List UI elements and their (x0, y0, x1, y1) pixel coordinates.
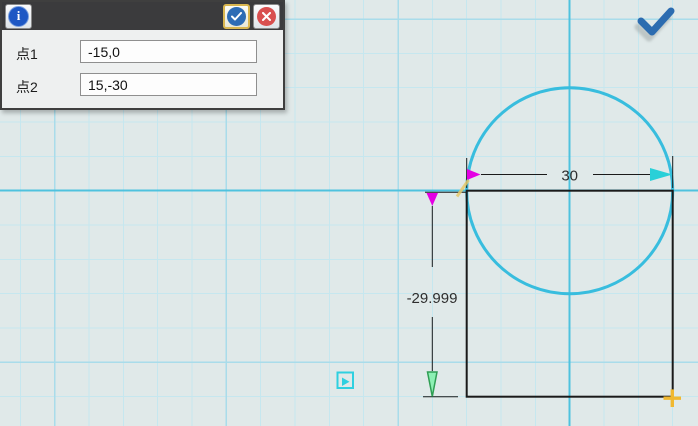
check-icon (227, 6, 246, 26)
dialog-titlebar[interactable]: i (2, 2, 283, 30)
point1-label: 点1 (16, 46, 38, 62)
snap-cursor-icon (336, 371, 354, 389)
magenta-arrow-icon (426, 193, 438, 206)
point2-label: 点2 (16, 79, 38, 95)
close-icon (257, 6, 276, 26)
dimension-value-vertical[interactable]: -29.999 (407, 290, 458, 307)
cancel-button[interactable] (253, 3, 280, 29)
confirm-check-icon[interactable] (634, 7, 675, 42)
point-input-dialog: i 点1 点2 (0, 0, 285, 110)
dimension-vertical[interactable]: -29.999 (407, 191, 467, 398)
info-icon: i (8, 5, 29, 27)
point2-input[interactable] (80, 73, 257, 96)
yellow-plus-marker-icon (663, 389, 681, 407)
dialog-body: 点1 点2 (2, 30, 283, 108)
magenta-arrow-icon (467, 169, 481, 180)
green-arrow-icon (426, 371, 438, 397)
confirm-button[interactable] (223, 3, 250, 29)
dimension-value-horizontal[interactable]: 30 (561, 168, 578, 185)
point1-input[interactable] (80, 40, 257, 63)
info-button[interactable]: i (5, 3, 32, 29)
